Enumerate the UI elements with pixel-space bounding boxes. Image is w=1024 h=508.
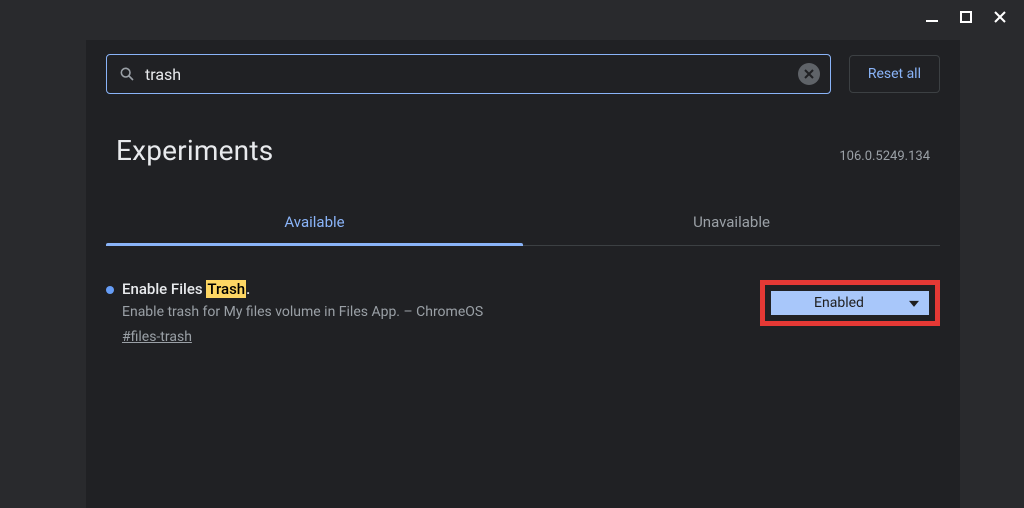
experiments-panel: Reset all Experiments 106.0.5249.134 Ava…: [86, 40, 960, 508]
search-input[interactable]: [137, 65, 798, 84]
maximize-button[interactable]: [952, 6, 980, 28]
version-label: 106.0.5249.134: [839, 149, 930, 164]
flag-hash-link[interactable]: #files-trash: [122, 329, 192, 345]
tab-unavailable[interactable]: Unavailable: [523, 199, 940, 245]
page-title: Experiments: [116, 134, 273, 167]
search-box[interactable]: [106, 54, 831, 94]
minimize-button[interactable]: [918, 6, 946, 28]
flag-control-highlight: Default Enabled Disabled: [760, 280, 940, 326]
close-button[interactable]: [986, 6, 1014, 28]
clear-search-button[interactable]: [798, 63, 820, 85]
flag-body: Enable Files Trash. Enable trash for My …: [122, 280, 740, 345]
tabs: Available Unavailable: [106, 199, 940, 246]
search-icon: [117, 66, 137, 82]
window-controls: [908, 0, 1024, 34]
topbar: Reset all: [86, 40, 960, 108]
flag-row: Enable Files Trash. Enable trash for My …: [86, 246, 960, 345]
search-highlight: Trash: [206, 280, 246, 298]
select-wrap: Default Enabled Disabled: [771, 291, 929, 315]
flag-title: Enable Files Trash.: [122, 280, 740, 298]
modified-indicator-icon: [106, 286, 114, 294]
heading-row: Experiments 106.0.5249.134: [86, 108, 960, 177]
tab-available[interactable]: Available: [106, 199, 523, 245]
flag-description: Enable trash for My files volume in File…: [122, 304, 740, 320]
flag-title-post: .: [246, 280, 250, 298]
flag-state-select[interactable]: Default Enabled Disabled: [771, 291, 929, 315]
flag-title-pre: Enable Files: [122, 280, 206, 298]
reset-all-button[interactable]: Reset all: [849, 55, 940, 93]
